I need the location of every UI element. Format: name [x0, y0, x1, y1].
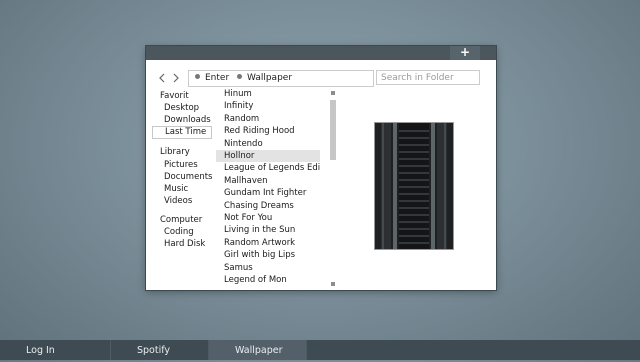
sidebar-group-title: Computer — [160, 215, 203, 225]
list-item[interactable]: Red Riding Hood — [216, 125, 320, 137]
title-bar: + — [146, 46, 496, 60]
chevron-left-icon[interactable] — [156, 71, 168, 85]
search-input[interactable]: Search in Folder — [376, 70, 480, 85]
breadcrumb-item[interactable]: Wallpaper — [237, 71, 292, 86]
list-item[interactable]: Random — [216, 113, 320, 125]
list-item[interactable]: Gundam Int Fighter — [216, 187, 320, 199]
add-button[interactable]: + — [450, 46, 480, 60]
taskbar-item-log-in[interactable]: Log In — [0, 340, 111, 360]
taskbar-item-wallpaper[interactable]: Wallpaper — [209, 340, 307, 360]
taskbar: Log In Spotify Wallpaper — [0, 340, 640, 360]
plus-icon: + — [459, 45, 471, 59]
address-bar[interactable]: Enter Wallpaper — [188, 70, 374, 87]
file-list: Hinum Infinity Random Red Riding Hood Ni… — [216, 88, 322, 286]
building-image — [375, 123, 453, 249]
list-item[interactable]: Chasing Dreams — [216, 200, 320, 212]
navigation-arrows — [156, 71, 184, 85]
sidebar-item-downloads[interactable]: Downloads — [164, 114, 211, 126]
list-item[interactable]: Nintendo — [216, 138, 320, 150]
list-item-selected[interactable]: Hollnor — [216, 150, 320, 162]
scroll-thumb[interactable] — [330, 100, 336, 160]
list-item[interactable]: Not For You — [216, 212, 320, 224]
chevron-right-icon[interactable] — [170, 71, 182, 85]
bullet-icon — [195, 74, 200, 79]
sidebar-item-videos[interactable]: Videos — [164, 195, 192, 207]
sidebar-item-pictures[interactable]: Pictures — [164, 159, 198, 171]
sidebar-group-title: Library — [160, 147, 190, 157]
list-item[interactable]: League of Legends Edit — [216, 162, 320, 174]
file-explorer-window: + Enter Wallpaper Search in Folder Favor… — [146, 46, 496, 290]
sidebar-item-coding[interactable]: Coding — [164, 226, 194, 238]
sidebar-item-hard-disk[interactable]: Hard Disk — [164, 238, 205, 250]
breadcrumb-item[interactable]: Enter — [195, 71, 229, 86]
sidebar-item-music[interactable]: Music — [164, 183, 188, 195]
scrollbar[interactable] — [330, 90, 336, 286]
list-item[interactable]: Samus — [216, 262, 320, 274]
list-item[interactable]: Infinity — [216, 100, 320, 112]
sidebar-item-documents[interactable]: Documents — [164, 171, 212, 183]
list-item[interactable]: Mallhaven — [216, 175, 320, 187]
list-item[interactable]: Living in the Sun — [216, 224, 320, 236]
scroll-down-icon[interactable] — [331, 282, 335, 286]
sidebar-item-last-time[interactable]: Last Time — [152, 126, 212, 139]
list-item[interactable]: Random Artwork — [216, 237, 320, 249]
image-preview — [374, 122, 454, 250]
sidebar-item-desktop[interactable]: Desktop — [164, 102, 199, 114]
list-item[interactable]: Hinum — [216, 88, 320, 100]
bullet-icon — [237, 74, 242, 79]
scroll-up-icon[interactable] — [331, 91, 335, 95]
sidebar-group-title: Favorit — [160, 91, 189, 101]
list-item[interactable]: Legend of Mon — [216, 274, 320, 286]
taskbar-item-spotify[interactable]: Spotify — [111, 340, 209, 360]
list-item[interactable]: Girl with big Lips — [216, 249, 320, 261]
